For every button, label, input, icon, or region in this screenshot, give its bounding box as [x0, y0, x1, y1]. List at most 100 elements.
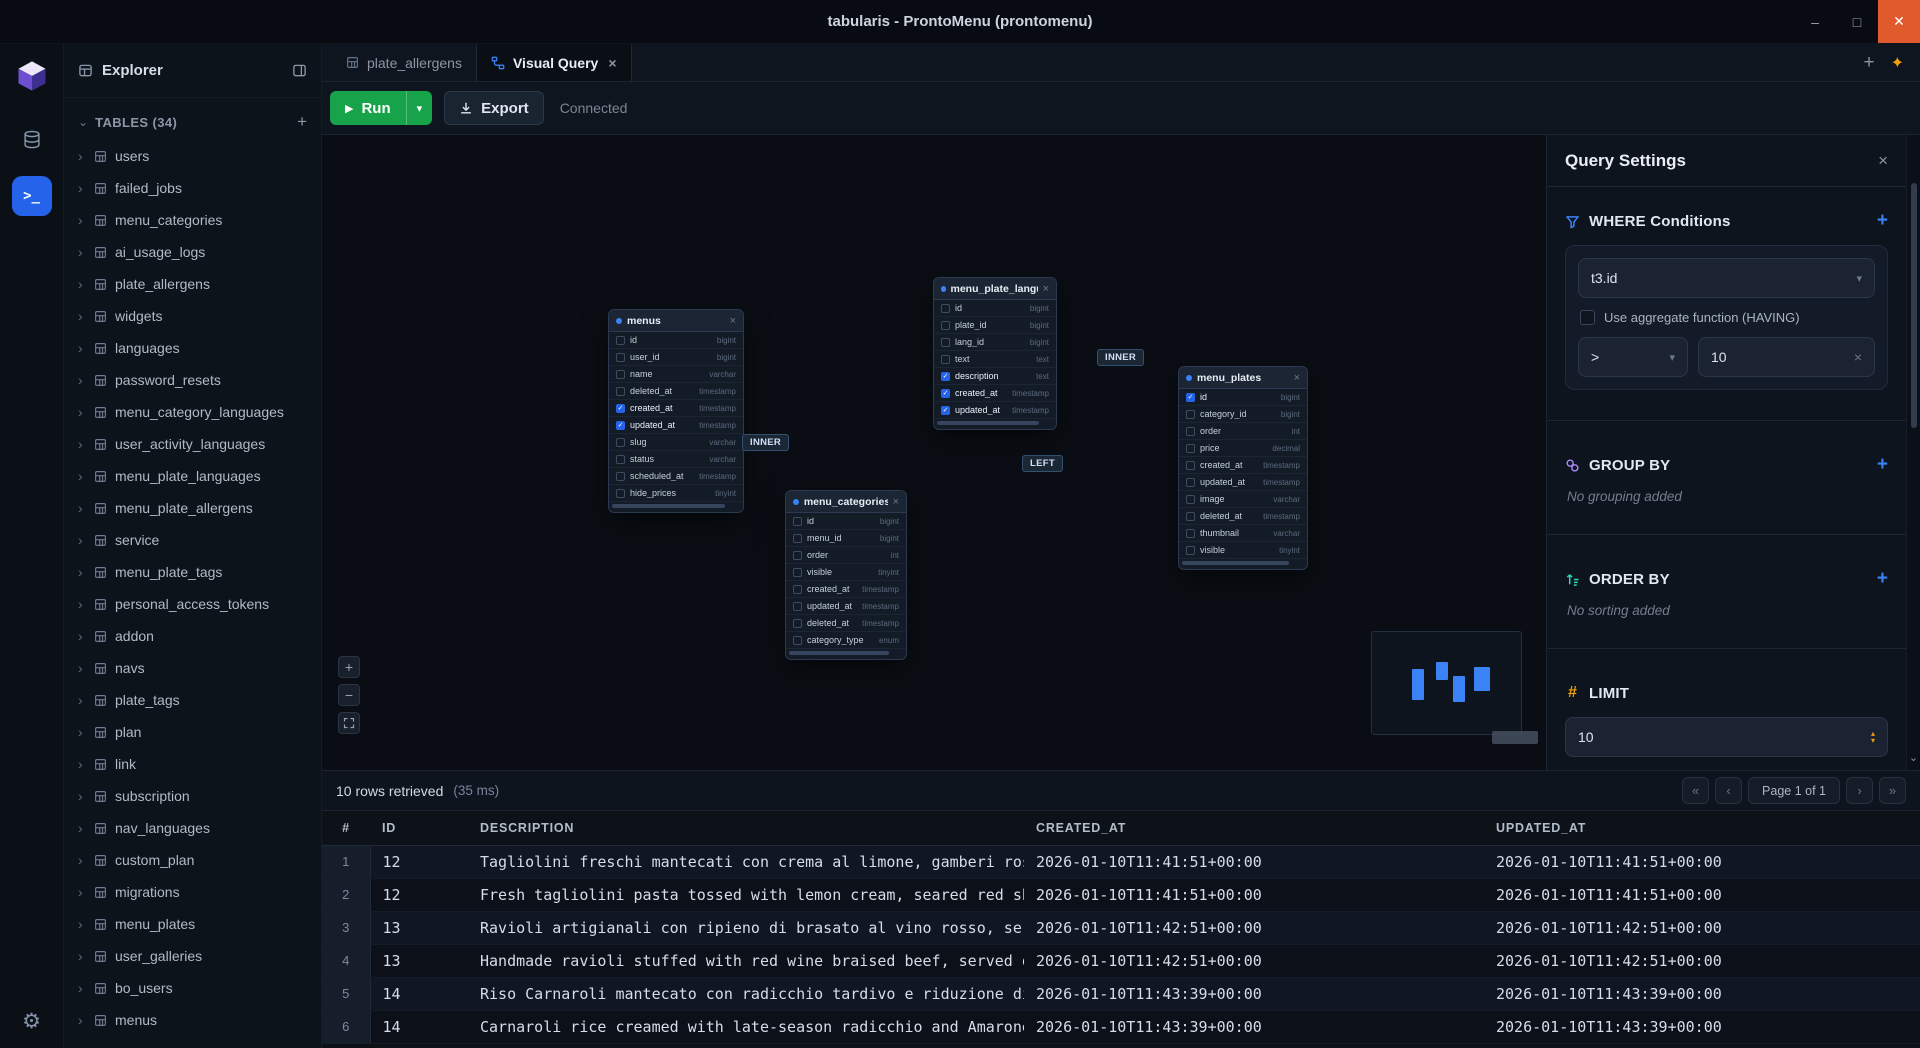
fit-view-button[interactable]: [338, 712, 360, 734]
field-checkbox[interactable]: [793, 568, 802, 577]
limit-stepper[interactable]: ▴▾: [1871, 730, 1875, 744]
node-field-hide_prices[interactable]: hide_pricestinyint: [609, 485, 743, 502]
cell-id[interactable]: 12: [370, 878, 468, 911]
cell-id[interactable]: 14: [370, 1010, 468, 1043]
node-close-icon[interactable]: ×: [730, 315, 736, 327]
table-row[interactable]: 112Tagliolini freschi mantecati con crem…: [322, 845, 1920, 878]
sidebar-item-personal_access_tokens[interactable]: ›personal_access_tokens: [64, 588, 321, 620]
field-checkbox[interactable]: [793, 517, 802, 526]
diagram-node-menus[interactable]: menus×idbigintuser_idbigintnamevarcharde…: [608, 309, 744, 513]
cell-created-at[interactable]: 2026-01-10T11:42:51+00:00: [1024, 944, 1484, 977]
diagram-node-menu_categories[interactable]: menu_categories×idbigintmenu_idbigintord…: [785, 490, 907, 660]
diagram-canvas[interactable]: menus×idbigintuser_idbigintnamevarcharde…: [322, 135, 1546, 770]
field-checkbox[interactable]: [793, 619, 802, 628]
table-row[interactable]: 313Ravioli artigianali con ripieno di br…: [322, 911, 1920, 944]
field-checkbox[interactable]: [1186, 495, 1195, 504]
sidebar-item-menu_plate_languages[interactable]: ›menu_plate_languages: [64, 460, 321, 492]
field-checkbox[interactable]: [1186, 512, 1195, 521]
node-field-id[interactable]: idbigint: [786, 513, 906, 530]
field-checkbox[interactable]: [1186, 444, 1195, 453]
sidebar-item-menu_categories[interactable]: ›menu_categories: [64, 204, 321, 236]
node-header[interactable]: menu_plates×: [1179, 367, 1307, 389]
node-field-thumbnail[interactable]: thumbnailvarchar: [1179, 525, 1307, 542]
cell-created-at[interactable]: 2026-01-10T11:41:51+00:00: [1024, 878, 1484, 911]
cell-created-at[interactable]: 2026-01-10T11:43:39+00:00: [1024, 977, 1484, 1010]
cell-description[interactable]: Ravioli artigianali con ripieno di brasa…: [468, 911, 1024, 944]
close-tab-icon[interactable]: ×: [608, 55, 616, 71]
sidebar-item-plate_allergens[interactable]: ›plate_allergens: [64, 268, 321, 300]
sidebar-item-bo_users[interactable]: ›bo_users: [64, 972, 321, 1004]
sidebar-item-menu_category_languages[interactable]: ›menu_category_languages: [64, 396, 321, 428]
node-close-icon[interactable]: ×: [1294, 372, 1300, 384]
sidebar-item-password_resets[interactable]: ›password_resets: [64, 364, 321, 396]
add-sort-button[interactable]: +: [1877, 568, 1888, 590]
cell-updated-at[interactable]: 2026-01-10T11:41:51+00:00: [1484, 845, 1920, 878]
node-header[interactable]: menus×: [609, 310, 743, 332]
sidebar-item-widgets[interactable]: ›widgets: [64, 300, 321, 332]
tab-visual-query[interactable]: Visual Query ×: [476, 44, 632, 81]
field-checkbox[interactable]: [1186, 478, 1195, 487]
field-checkbox[interactable]: [616, 438, 625, 447]
field-checkbox[interactable]: [1186, 461, 1195, 470]
maximize-button[interactable]: □: [1836, 0, 1878, 43]
operator-select[interactable]: > ▾: [1578, 337, 1688, 377]
add-group-button[interactable]: +: [1877, 454, 1888, 476]
collapse-panel-icon[interactable]: [292, 63, 307, 78]
col-header-updated-at[interactable]: UPDATED_AT: [1484, 811, 1920, 845]
cell-description[interactable]: Tagliolini freschi mantecati con crema a…: [468, 845, 1024, 878]
node-field-deleted_at[interactable]: deleted_attimestamp: [1179, 508, 1307, 525]
sidebar-item-menu_plate_tags[interactable]: ›menu_plate_tags: [64, 556, 321, 588]
cell-updated-at[interactable]: 2026-01-10T11:43:39+00:00: [1484, 977, 1920, 1010]
node-field-deleted_at[interactable]: deleted_attimestamp: [609, 383, 743, 400]
col-header-id[interactable]: ID: [370, 811, 468, 845]
aggregate-row[interactable]: Use aggregate function (HAVING): [1580, 310, 1873, 325]
col-header-num[interactable]: #: [322, 811, 370, 845]
sidebar-item-ai_usage_logs[interactable]: ›ai_usage_logs: [64, 236, 321, 268]
column-select[interactable]: t3.id ▾: [1578, 258, 1875, 298]
cell-description[interactable]: Handmade ravioli stuffed with red wine b…: [468, 944, 1024, 977]
field-checkbox[interactable]: [793, 551, 802, 560]
join-badge-inner[interactable]: INNER: [1097, 349, 1144, 366]
field-checkbox[interactable]: [941, 338, 950, 347]
cell-created-at[interactable]: 2026-01-10T11:42:51+00:00: [1024, 911, 1484, 944]
field-checkbox[interactable]: [793, 602, 802, 611]
tab-plate-allergens[interactable]: plate_allergens: [332, 44, 476, 81]
sidebar-item-menu_plates[interactable]: ›menu_plates: [64, 908, 321, 940]
node-field-updated_at[interactable]: updated_attimestamp: [1179, 474, 1307, 491]
field-checkbox[interactable]: [616, 370, 625, 379]
scrollbar-thumb[interactable]: [1911, 183, 1917, 428]
field-checkbox[interactable]: [616, 489, 625, 498]
zoom-in-button[interactable]: +: [338, 656, 360, 678]
cell-updated-at[interactable]: 2026-01-10T11:43:39+00:00: [1484, 1010, 1920, 1043]
node-field-order[interactable]: orderint: [1179, 423, 1307, 440]
field-checkbox[interactable]: [1186, 546, 1195, 555]
field-checkbox[interactable]: [941, 321, 950, 330]
terminal-nav-icon[interactable]: >_: [12, 176, 52, 216]
cell-updated-at[interactable]: 2026-01-10T11:41:51+00:00: [1484, 878, 1920, 911]
node-field-updated_at[interactable]: ✓updated_attimestamp: [934, 402, 1056, 419]
field-checkbox[interactable]: [1186, 410, 1195, 419]
join-badge-left[interactable]: LEFT: [1022, 455, 1063, 472]
node-field-price[interactable]: pricedecimal: [1179, 440, 1307, 457]
condition-value-input[interactable]: 10 ×: [1698, 337, 1875, 377]
node-field-created_at[interactable]: created_attimestamp: [1179, 457, 1307, 474]
node-field-visible[interactable]: visibletinyint: [1179, 542, 1307, 559]
field-checkbox[interactable]: [616, 472, 625, 481]
node-field-category_id[interactable]: category_idbigint: [1179, 406, 1307, 423]
node-field-name[interactable]: namevarchar: [609, 366, 743, 383]
sidebar-item-user_galleries[interactable]: ›user_galleries: [64, 940, 321, 972]
close-button[interactable]: ✕: [1878, 0, 1920, 43]
node-field-id[interactable]: idbigint: [609, 332, 743, 349]
tables-section-header[interactable]: ⌄ TABLES (34) +: [64, 98, 321, 140]
field-checkbox[interactable]: [616, 336, 625, 345]
node-field-description[interactable]: ✓descriptiontext: [934, 368, 1056, 385]
sidebar-item-link[interactable]: ›link: [64, 748, 321, 780]
field-checkbox[interactable]: ✓: [941, 406, 950, 415]
field-checkbox[interactable]: ✓: [616, 421, 625, 430]
field-checkbox[interactable]: [793, 585, 802, 594]
sidebar-item-service[interactable]: ›service: [64, 524, 321, 556]
table-row[interactable]: 514Riso Carnaroli mantecato con radicchi…: [322, 977, 1920, 1010]
field-checkbox[interactable]: ✓: [1186, 393, 1195, 402]
node-field-scheduled_at[interactable]: scheduled_attimestamp: [609, 468, 743, 485]
database-nav-icon[interactable]: [12, 120, 52, 160]
